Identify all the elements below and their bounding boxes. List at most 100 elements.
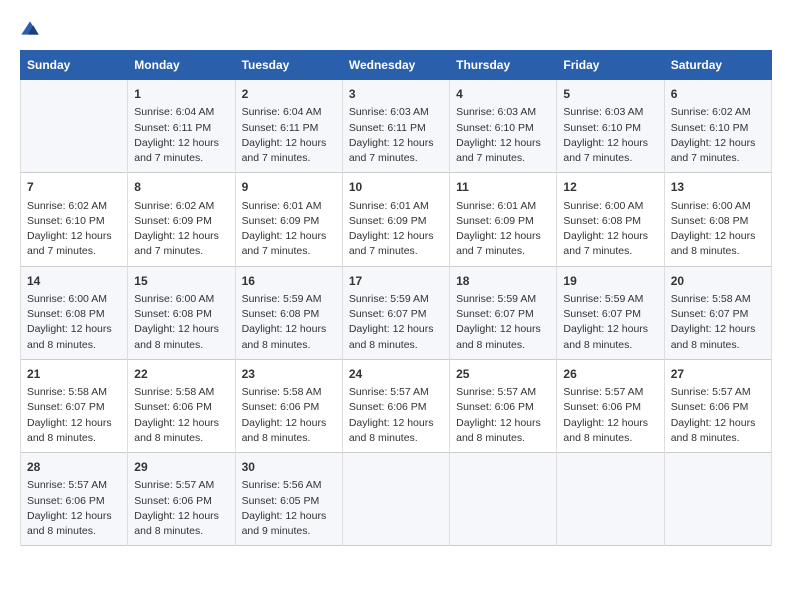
calendar-cell: 7 Sunrise: 6:02 AM Sunset: 6:10 PM Daylig… — [21, 173, 128, 266]
day-number: 29 — [134, 459, 228, 476]
day-number: 21 — [27, 366, 121, 383]
day-info: Sunrise: 5:59 AM Sunset: 6:07 PM Dayligh… — [563, 292, 657, 353]
day-number: 4 — [456, 86, 550, 103]
calendar-header-row: SundayMondayTuesdayWednesdayThursdayFrid… — [21, 51, 772, 80]
calendar-cell: 22 Sunrise: 5:58 AM Sunset: 6:06 PM Dayli… — [128, 359, 235, 452]
day-number: 20 — [671, 273, 765, 290]
day-number: 26 — [563, 366, 657, 383]
day-number: 17 — [349, 273, 443, 290]
calendar-cell: 18 Sunrise: 5:59 AM Sunset: 6:07 PM Dayli… — [450, 266, 557, 359]
calendar-cell — [450, 453, 557, 546]
weekday-header: Tuesday — [235, 51, 342, 80]
day-info: Sunrise: 6:02 AM Sunset: 6:10 PM Dayligh… — [27, 199, 121, 260]
calendar-cell: 27 Sunrise: 5:57 AM Sunset: 6:06 PM Dayli… — [664, 359, 771, 452]
day-number: 8 — [134, 179, 228, 196]
weekday-header: Monday — [128, 51, 235, 80]
day-info: Sunrise: 5:59 AM Sunset: 6:07 PM Dayligh… — [349, 292, 443, 353]
calendar-cell: 29Sunrise: 5:57 AM Sunset: 6:06 PM Dayli… — [128, 453, 235, 546]
day-number: 6 — [671, 86, 765, 103]
calendar-cell: 6 Sunrise: 6:02 AM Sunset: 6:10 PM Daylig… — [664, 80, 771, 173]
calendar-week-row: 21 Sunrise: 5:58 AM Sunset: 6:07 PM Dayli… — [21, 359, 772, 452]
day-info: Sunrise: 5:56 AM Sunset: 6:05 PM Dayligh… — [242, 478, 336, 539]
calendar-cell: 4Sunrise: 6:03 AM Sunset: 6:10 PM Daylig… — [450, 80, 557, 173]
day-info: Sunrise: 5:59 AM Sunset: 6:08 PM Dayligh… — [242, 292, 336, 353]
calendar-cell: 15 Sunrise: 6:00 AM Sunset: 6:08 PM Dayli… — [128, 266, 235, 359]
calendar-cell: 21 Sunrise: 5:58 AM Sunset: 6:07 PM Dayli… — [21, 359, 128, 452]
day-number: 14 — [27, 273, 121, 290]
day-number: 22 — [134, 366, 228, 383]
calendar-cell — [342, 453, 449, 546]
day-number: 11 — [456, 179, 550, 196]
calendar-cell: 30 Sunrise: 5:56 AM Sunset: 6:05 PM Dayli… — [235, 453, 342, 546]
day-number: 28 — [27, 459, 121, 476]
weekday-header: Wednesday — [342, 51, 449, 80]
day-info: Sunrise: 5:58 AM Sunset: 6:06 PM Dayligh… — [242, 385, 336, 446]
day-info: Sunrise: 5:57 AM Sunset: 6:06 PM Dayligh… — [27, 478, 121, 539]
calendar-cell: 13 Sunrise: 6:00 AM Sunset: 6:08 PM Dayli… — [664, 173, 771, 266]
day-number: 13 — [671, 179, 765, 196]
calendar-week-row: 14 Sunrise: 6:00 AM Sunset: 6:08 PM Dayli… — [21, 266, 772, 359]
calendar-cell: 5Sunrise: 6:03 AM Sunset: 6:10 PM Daylig… — [557, 80, 664, 173]
calendar-cell: 12 Sunrise: 6:00 AM Sunset: 6:08 PM Dayli… — [557, 173, 664, 266]
page-header — [20, 20, 772, 40]
day-number: 3 — [349, 86, 443, 103]
calendar-cell: 23Sunrise: 5:58 AM Sunset: 6:06 PM Dayli… — [235, 359, 342, 452]
calendar-week-row: 28 Sunrise: 5:57 AM Sunset: 6:06 PM Dayli… — [21, 453, 772, 546]
day-info: Sunrise: 6:02 AM Sunset: 6:10 PM Dayligh… — [671, 105, 765, 166]
day-number: 25 — [456, 366, 550, 383]
day-info: Sunrise: 5:59 AM Sunset: 6:07 PM Dayligh… — [456, 292, 550, 353]
calendar-cell: 17 Sunrise: 5:59 AM Sunset: 6:07 PM Dayli… — [342, 266, 449, 359]
calendar-cell: 10 Sunrise: 6:01 AM Sunset: 6:09 PM Dayli… — [342, 173, 449, 266]
calendar-cell — [21, 80, 128, 173]
day-info: Sunrise: 5:57 AM Sunset: 6:06 PM Dayligh… — [563, 385, 657, 446]
day-info: Sunrise: 6:00 AM Sunset: 6:08 PM Dayligh… — [134, 292, 228, 353]
calendar-cell: 16 Sunrise: 5:59 AM Sunset: 6:08 PM Dayli… — [235, 266, 342, 359]
day-info: Sunrise: 6:01 AM Sunset: 6:09 PM Dayligh… — [349, 199, 443, 260]
day-number: 15 — [134, 273, 228, 290]
calendar-cell: 25 Sunrise: 5:57 AM Sunset: 6:06 PM Dayli… — [450, 359, 557, 452]
day-number: 24 — [349, 366, 443, 383]
day-info: Sunrise: 6:04 AM Sunset: 6:11 PM Dayligh… — [242, 105, 336, 166]
calendar-cell: 20 Sunrise: 5:58 AM Sunset: 6:07 PM Dayli… — [664, 266, 771, 359]
weekday-header: Saturday — [664, 51, 771, 80]
day-info: Sunrise: 6:00 AM Sunset: 6:08 PM Dayligh… — [671, 199, 765, 260]
calendar-cell: 28 Sunrise: 5:57 AM Sunset: 6:06 PM Dayli… — [21, 453, 128, 546]
day-info: Sunrise: 5:58 AM Sunset: 6:06 PM Dayligh… — [134, 385, 228, 446]
logo — [20, 20, 44, 40]
calendar-cell: 11Sunrise: 6:01 AM Sunset: 6:09 PM Dayli… — [450, 173, 557, 266]
day-number: 10 — [349, 179, 443, 196]
calendar-week-row: 7 Sunrise: 6:02 AM Sunset: 6:10 PM Daylig… — [21, 173, 772, 266]
calendar-cell: 26 Sunrise: 5:57 AM Sunset: 6:06 PM Dayli… — [557, 359, 664, 452]
calendar-cell — [557, 453, 664, 546]
day-info: Sunrise: 5:57 AM Sunset: 6:06 PM Dayligh… — [349, 385, 443, 446]
day-info: Sunrise: 5:58 AM Sunset: 6:07 PM Dayligh… — [671, 292, 765, 353]
day-info: Sunrise: 5:57 AM Sunset: 6:06 PM Dayligh… — [456, 385, 550, 446]
calendar-cell: 1 Sunrise: 6:04 AM Sunset: 6:11 PM Daylig… — [128, 80, 235, 173]
day-number: 12 — [563, 179, 657, 196]
day-info: Sunrise: 5:58 AM Sunset: 6:07 PM Dayligh… — [27, 385, 121, 446]
day-number: 16 — [242, 273, 336, 290]
day-number: 27 — [671, 366, 765, 383]
day-number: 7 — [27, 179, 121, 196]
day-number: 19 — [563, 273, 657, 290]
calendar-cell — [664, 453, 771, 546]
calendar-table: SundayMondayTuesdayWednesdayThursdayFrid… — [20, 50, 772, 546]
day-number: 9 — [242, 179, 336, 196]
day-info: Sunrise: 5:57 AM Sunset: 6:06 PM Dayligh… — [671, 385, 765, 446]
day-info: Sunrise: 6:01 AM Sunset: 6:09 PM Dayligh… — [242, 199, 336, 260]
calendar-cell: 2 Sunrise: 6:04 AM Sunset: 6:11 PM Daylig… — [235, 80, 342, 173]
day-info: Sunrise: 6:03 AM Sunset: 6:11 PM Dayligh… — [349, 105, 443, 166]
logo-icon — [20, 20, 40, 40]
weekday-header: Thursday — [450, 51, 557, 80]
day-number: 18 — [456, 273, 550, 290]
day-number: 1 — [134, 86, 228, 103]
day-number: 2 — [242, 86, 336, 103]
day-number: 30 — [242, 459, 336, 476]
calendar-cell: 9 Sunrise: 6:01 AM Sunset: 6:09 PM Daylig… — [235, 173, 342, 266]
calendar-cell: 3 Sunrise: 6:03 AM Sunset: 6:11 PM Daylig… — [342, 80, 449, 173]
day-info: Sunrise: 6:04 AM Sunset: 6:11 PM Dayligh… — [134, 105, 228, 166]
weekday-header: Friday — [557, 51, 664, 80]
day-info: Sunrise: 6:00 AM Sunset: 6:08 PM Dayligh… — [563, 199, 657, 260]
calendar-week-row: 1 Sunrise: 6:04 AM Sunset: 6:11 PM Daylig… — [21, 80, 772, 173]
calendar-cell: 14Sunrise: 6:00 AM Sunset: 6:08 PM Dayli… — [21, 266, 128, 359]
